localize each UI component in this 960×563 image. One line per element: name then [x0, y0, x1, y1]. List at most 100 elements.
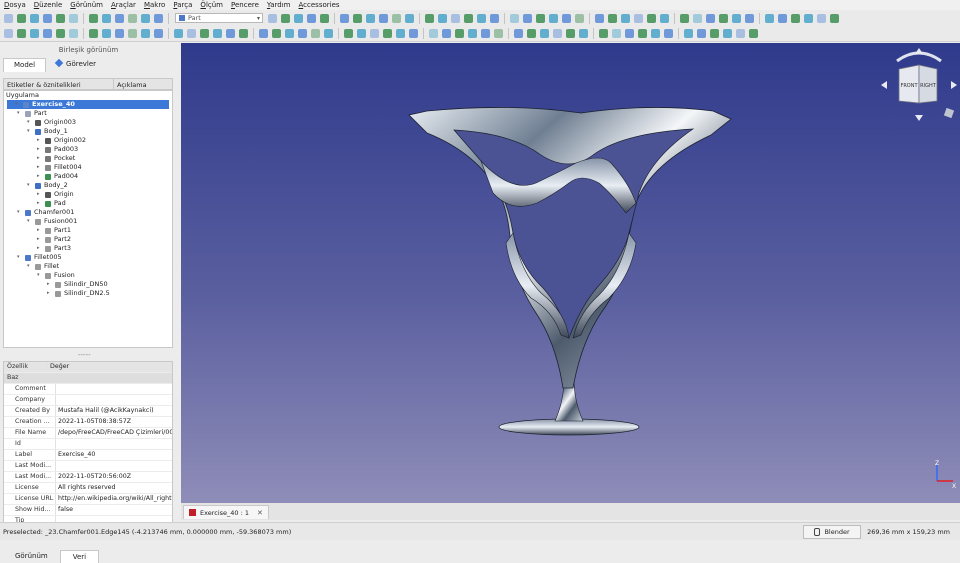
top-tool-icon-45[interactable] — [634, 13, 643, 23]
top-tool-icon-39[interactable] — [562, 13, 571, 23]
bottom-tool-icon-60[interactable] — [736, 29, 745, 38]
expand-arrow-icon[interactable]: ▾ — [27, 127, 33, 136]
tab-model[interactable]: Model — [3, 58, 47, 72]
top-tool-icon-31[interactable] — [464, 13, 473, 23]
bottom-tool-icon-37[interactable] — [455, 29, 464, 38]
property-value[interactable]: http://en.wikipedia.org/wiki/All_right..… — [56, 494, 172, 504]
bottom-tool-icon-24[interactable] — [298, 29, 307, 38]
expand-arrow-icon[interactable]: ▸ — [37, 199, 43, 208]
expand-arrow-icon[interactable]: ▾ — [17, 253, 23, 262]
property-value[interactable]: 2022-11-05T08:38:57Z — [56, 417, 172, 427]
property-value[interactable] — [56, 384, 172, 394]
bottom-tool-icon-50[interactable] — [612, 29, 621, 38]
bottom-tool-icon-61[interactable] — [749, 29, 758, 38]
property-value[interactable] — [56, 461, 172, 471]
top-tool-icon-12[interactable] — [154, 13, 163, 23]
top-tool-icon-60[interactable] — [817, 13, 826, 23]
menu-item-1[interactable]: Düzenle — [30, 0, 67, 10]
top-tool-icon-23[interactable] — [366, 13, 375, 23]
bottom-tool-icon-7[interactable] — [89, 29, 98, 38]
top-tool-icon-16[interactable] — [281, 13, 290, 23]
top-tool-icon-49[interactable] — [680, 13, 689, 23]
top-tool-icon-44[interactable] — [621, 13, 630, 23]
property-row[interactable]: Created By Mustafa Halil (@AcikKaynakci) — [4, 406, 172, 417]
bottom-tool-icon-54[interactable] — [664, 29, 673, 38]
bottom-tool-icon-10[interactable] — [128, 29, 137, 38]
bottom-tool-icon-0[interactable] — [4, 29, 13, 38]
expand-arrow-icon[interactable]: ▸ — [37, 244, 43, 253]
3d-viewport[interactable]: FRONT RIGHT Z X — [181, 43, 960, 503]
bottom-tool-icon-28[interactable] — [344, 29, 353, 38]
bottom-tool-icon-42[interactable] — [514, 29, 523, 38]
bottom-tool-icon-8[interactable] — [102, 29, 111, 38]
property-row[interactable]: Company — [4, 395, 172, 406]
property-value[interactable] — [56, 395, 172, 405]
tree-item[interactable]: ▾ Exercise_40 — [7, 100, 169, 109]
property-row[interactable]: Creation ... 2022-11-05T08:38:57Z — [4, 417, 172, 428]
top-tool-icon-21[interactable] — [340, 13, 349, 23]
property-value[interactable]: 2022-11-05T20:56:00Z — [56, 472, 172, 482]
tree-item[interactable]: ▾ Fusion — [37, 271, 75, 280]
bottom-tool-icon-12[interactable] — [154, 29, 163, 38]
expand-arrow-icon[interactable]: ▾ — [27, 217, 33, 226]
top-tool-icon-30[interactable] — [451, 13, 460, 23]
bottom-tool-icon-35[interactable] — [429, 29, 438, 38]
expand-arrow-icon[interactable]: ▸ — [37, 172, 43, 181]
bottom-tool-icon-59[interactable] — [723, 29, 732, 38]
property-row[interactable]: Id — [4, 439, 172, 450]
tree-item[interactable]: ▾ Body_1 — [27, 127, 68, 136]
bottom-tool-icon-52[interactable] — [638, 29, 647, 38]
bottom-tool-icon-29[interactable] — [357, 29, 366, 38]
menu-item-6[interactable]: Ölçüm — [196, 0, 227, 10]
tree-item[interactable]: ▸ Silindir_DN50 — [47, 280, 108, 289]
bottom-tool-icon-38[interactable] — [468, 29, 477, 38]
bottom-tool-icon-23[interactable] — [285, 29, 294, 38]
top-tool-icon-35[interactable] — [510, 13, 519, 23]
bottom-tool-icon-19[interactable] — [239, 29, 248, 38]
tree-item[interactable]: ▸ Part3 — [37, 244, 71, 253]
tree-item[interactable]: ▸ Pad003 — [37, 145, 78, 154]
tab-view[interactable]: Görünüm — [3, 550, 60, 562]
tab-tasks[interactable]: Görevler — [46, 58, 106, 71]
tree-item[interactable]: ▾ Fillet005 — [17, 253, 62, 262]
bottom-tool-icon-15[interactable] — [187, 29, 196, 38]
navigation-cube[interactable]: FRONT RIGHT — [879, 45, 959, 125]
top-tool-icon-7[interactable] — [89, 13, 98, 23]
bottom-tool-icon-5[interactable] — [69, 29, 78, 38]
top-tool-icon-61[interactable] — [830, 13, 839, 23]
tree-item[interactable]: ▸ Silindir_DN2.5 — [47, 289, 110, 298]
top-tool-icon-40[interactable] — [575, 13, 584, 23]
top-tool-icon-15[interactable] — [268, 13, 277, 23]
expand-arrow-icon[interactable]: ▸ — [37, 235, 43, 244]
property-editor[interactable]: Özellik Değer Baz Comment Company Created … — [3, 361, 173, 535]
top-tool-icon-8[interactable] — [102, 13, 111, 23]
tree-item[interactable]: ▸ Origin — [37, 190, 74, 199]
tree-item[interactable]: ▸ Pad — [37, 199, 66, 208]
navigation-style-button[interactable]: Blender — [803, 524, 862, 539]
top-tool-icon-50[interactable] — [693, 13, 702, 23]
arrow-right-icon[interactable] — [951, 81, 957, 89]
expand-arrow-icon[interactable]: ▸ — [37, 163, 43, 172]
panel-splitter[interactable]: ----- — [78, 351, 91, 359]
tree-item[interactable]: ▾ Body_2 — [27, 181, 68, 190]
bottom-tool-icon-40[interactable] — [494, 29, 503, 38]
workbench-selector[interactable]: Part ▾ — [175, 13, 263, 23]
property-row[interactable]: License URL http://en.wikipedia.org/wiki/… — [4, 494, 172, 505]
top-tool-icon-19[interactable] — [320, 13, 329, 23]
menu-item-9[interactable]: Accessories — [295, 0, 344, 10]
property-value[interactable] — [56, 439, 172, 449]
tree-item[interactable]: ▸ Pad004 — [37, 172, 78, 181]
property-value[interactable]: Exercise_40 — [56, 450, 172, 460]
top-tool-icon-51[interactable] — [706, 13, 715, 23]
top-tool-icon-33[interactable] — [490, 13, 499, 23]
bottom-tool-icon-14[interactable] — [174, 29, 183, 38]
bottom-tool-icon-46[interactable] — [566, 29, 575, 38]
view-menu-icon[interactable] — [943, 107, 955, 119]
tree-item[interactable]: ▾ Fusion001 — [27, 217, 77, 226]
property-value[interactable]: false — [56, 505, 172, 515]
bottom-tool-icon-58[interactable] — [710, 29, 719, 38]
expand-arrow-icon[interactable]: ▸ — [47, 280, 53, 289]
bottom-tool-icon-45[interactable] — [553, 29, 562, 38]
tree-item[interactable]: ▸ Origin002 — [37, 136, 86, 145]
top-tool-icon-22[interactable] — [353, 13, 362, 23]
